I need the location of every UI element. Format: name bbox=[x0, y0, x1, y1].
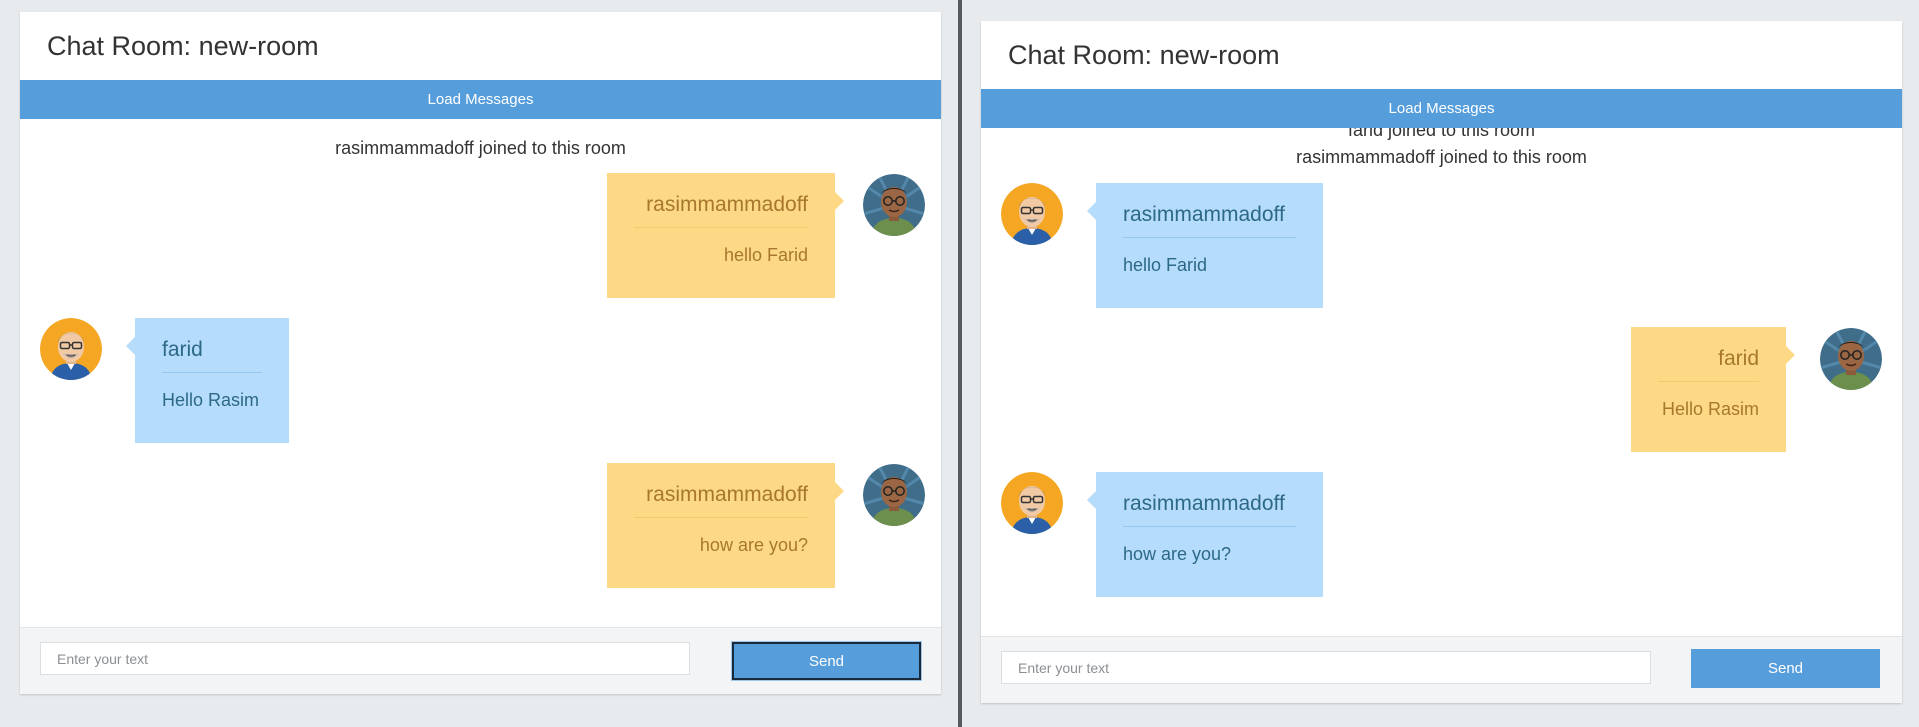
system-message: farid joined to this room bbox=[1347, 128, 1536, 140]
message-list[interactable]: farid joined to this room rasimmammadoff… bbox=[981, 128, 1902, 638]
message-bubble: rasimmammadoff hello Farid bbox=[1087, 183, 1323, 308]
message-author: rasimmammadoff bbox=[634, 481, 808, 518]
send-button[interactable]: Send bbox=[1691, 649, 1880, 688]
load-messages-button[interactable]: Load Messages bbox=[981, 89, 1902, 128]
message-text: Hello Rasim bbox=[1661, 399, 1759, 419]
chat-panel-right: Chat Room: new-room Load Messages farid … bbox=[981, 21, 1902, 703]
room-header: Chat Room: new-room bbox=[981, 21, 1902, 89]
message-input[interactable] bbox=[1001, 651, 1651, 684]
message-author: rasimmammadoff bbox=[1123, 490, 1296, 527]
send-button[interactable]: Send bbox=[732, 642, 921, 680]
message-author: rasimmammadoff bbox=[634, 191, 808, 228]
chat-panel-left: Chat Room: new-room Load Messages rasimm… bbox=[20, 12, 941, 694]
room-name: new-room bbox=[1159, 39, 1280, 70]
room-title-label: Chat Room: bbox=[47, 30, 199, 61]
room-header: Chat Room: new-room bbox=[20, 12, 941, 80]
message-text: Hello Rasim bbox=[162, 390, 260, 410]
dark-hair-man-avatar-icon bbox=[863, 464, 925, 526]
message-input[interactable] bbox=[40, 642, 690, 675]
message-author: farid bbox=[1658, 345, 1759, 382]
message-text: how are you? bbox=[1123, 544, 1232, 564]
message-author: rasimmammadoff bbox=[1123, 201, 1296, 238]
message-bubble: rasimmammadoff hello Farid bbox=[607, 173, 844, 298]
room-title-label: Chat Room: bbox=[1008, 39, 1160, 70]
gray-hair-man-avatar-icon bbox=[40, 318, 102, 380]
system-message: rasimmammadoff joined to this room bbox=[1296, 147, 1587, 167]
message-list[interactable]: rasimmammadoff joined to this room rasim… bbox=[20, 119, 941, 629]
dark-hair-man-avatar-icon bbox=[1820, 328, 1882, 390]
gray-hair-man-avatar-icon bbox=[1001, 472, 1063, 534]
message-bubble: rasimmammadoff how are you? bbox=[607, 463, 844, 588]
message-composer: Send bbox=[20, 627, 941, 694]
load-messages-button[interactable]: Load Messages bbox=[20, 80, 941, 119]
message-composer: Send bbox=[981, 636, 1902, 703]
window-divider bbox=[958, 0, 962, 727]
message-bubble: farid Hello Rasim bbox=[126, 318, 289, 443]
message-bubble: rasimmammadoff how are you? bbox=[1087, 472, 1323, 597]
system-message: rasimmammadoff joined to this room bbox=[335, 138, 626, 158]
room-name: new-room bbox=[198, 30, 319, 61]
gray-hair-man-avatar-icon bbox=[1001, 183, 1063, 245]
message-bubble: farid Hello Rasim bbox=[1631, 327, 1795, 452]
message-text: hello Farid bbox=[723, 245, 808, 265]
dark-hair-man-avatar-icon bbox=[863, 174, 925, 236]
message-author: farid bbox=[162, 336, 262, 373]
message-text: hello Farid bbox=[1123, 255, 1208, 275]
message-text: how are you? bbox=[699, 535, 808, 555]
